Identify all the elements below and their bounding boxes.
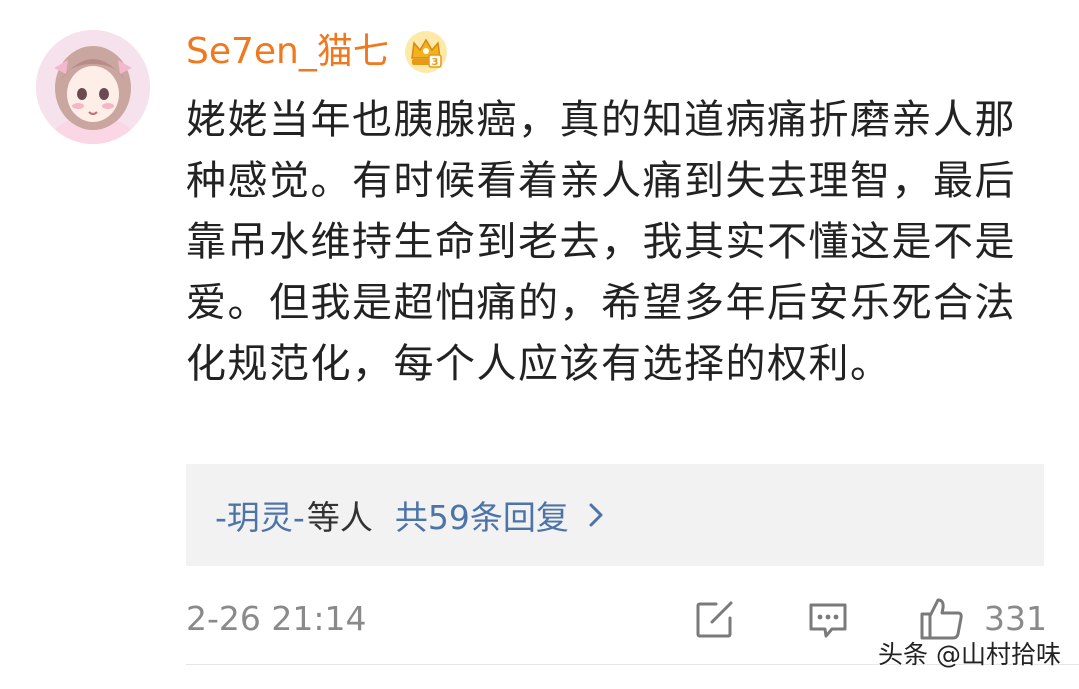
- share-icon[interactable]: [692, 598, 736, 642]
- svg-text:3: 3: [431, 57, 438, 68]
- user-avatar[interactable]: [36, 30, 150, 144]
- source-watermark: 头条 @山村拾味: [878, 640, 1061, 669]
- author-row: Se7en_猫七 3: [186, 24, 449, 80]
- comment-body: 姥姥当年也胰腺癌，真的知道病痛折磨亲人那种感觉。有时候看着亲人痛到失去理智，最后…: [186, 97, 1016, 387]
- anime-girl-avatar-icon: [36, 30, 150, 144]
- chevron-right-icon: [589, 503, 603, 527]
- username-link[interactable]: Se7en_猫七: [186, 24, 389, 80]
- reply-suffix-label: 等人: [306, 498, 373, 537]
- reply-count-link[interactable]: 共59条回复: [395, 491, 569, 539]
- comment-timestamp: 2-26 21:14: [186, 599, 367, 638]
- replies-summary-button[interactable]: -玥灵- 等人 共59条回复: [186, 464, 1044, 566]
- crown-badge-icon[interactable]: 3: [403, 29, 449, 75]
- comment-icon[interactable]: [806, 598, 850, 642]
- reply-user-link[interactable]: -玥灵-: [215, 491, 305, 539]
- comment-page: Se7en_猫七 3 姥姥当年也胰腺癌，真的知道病痛折磨亲人那种感觉。有时候看着…: [0, 0, 1079, 689]
